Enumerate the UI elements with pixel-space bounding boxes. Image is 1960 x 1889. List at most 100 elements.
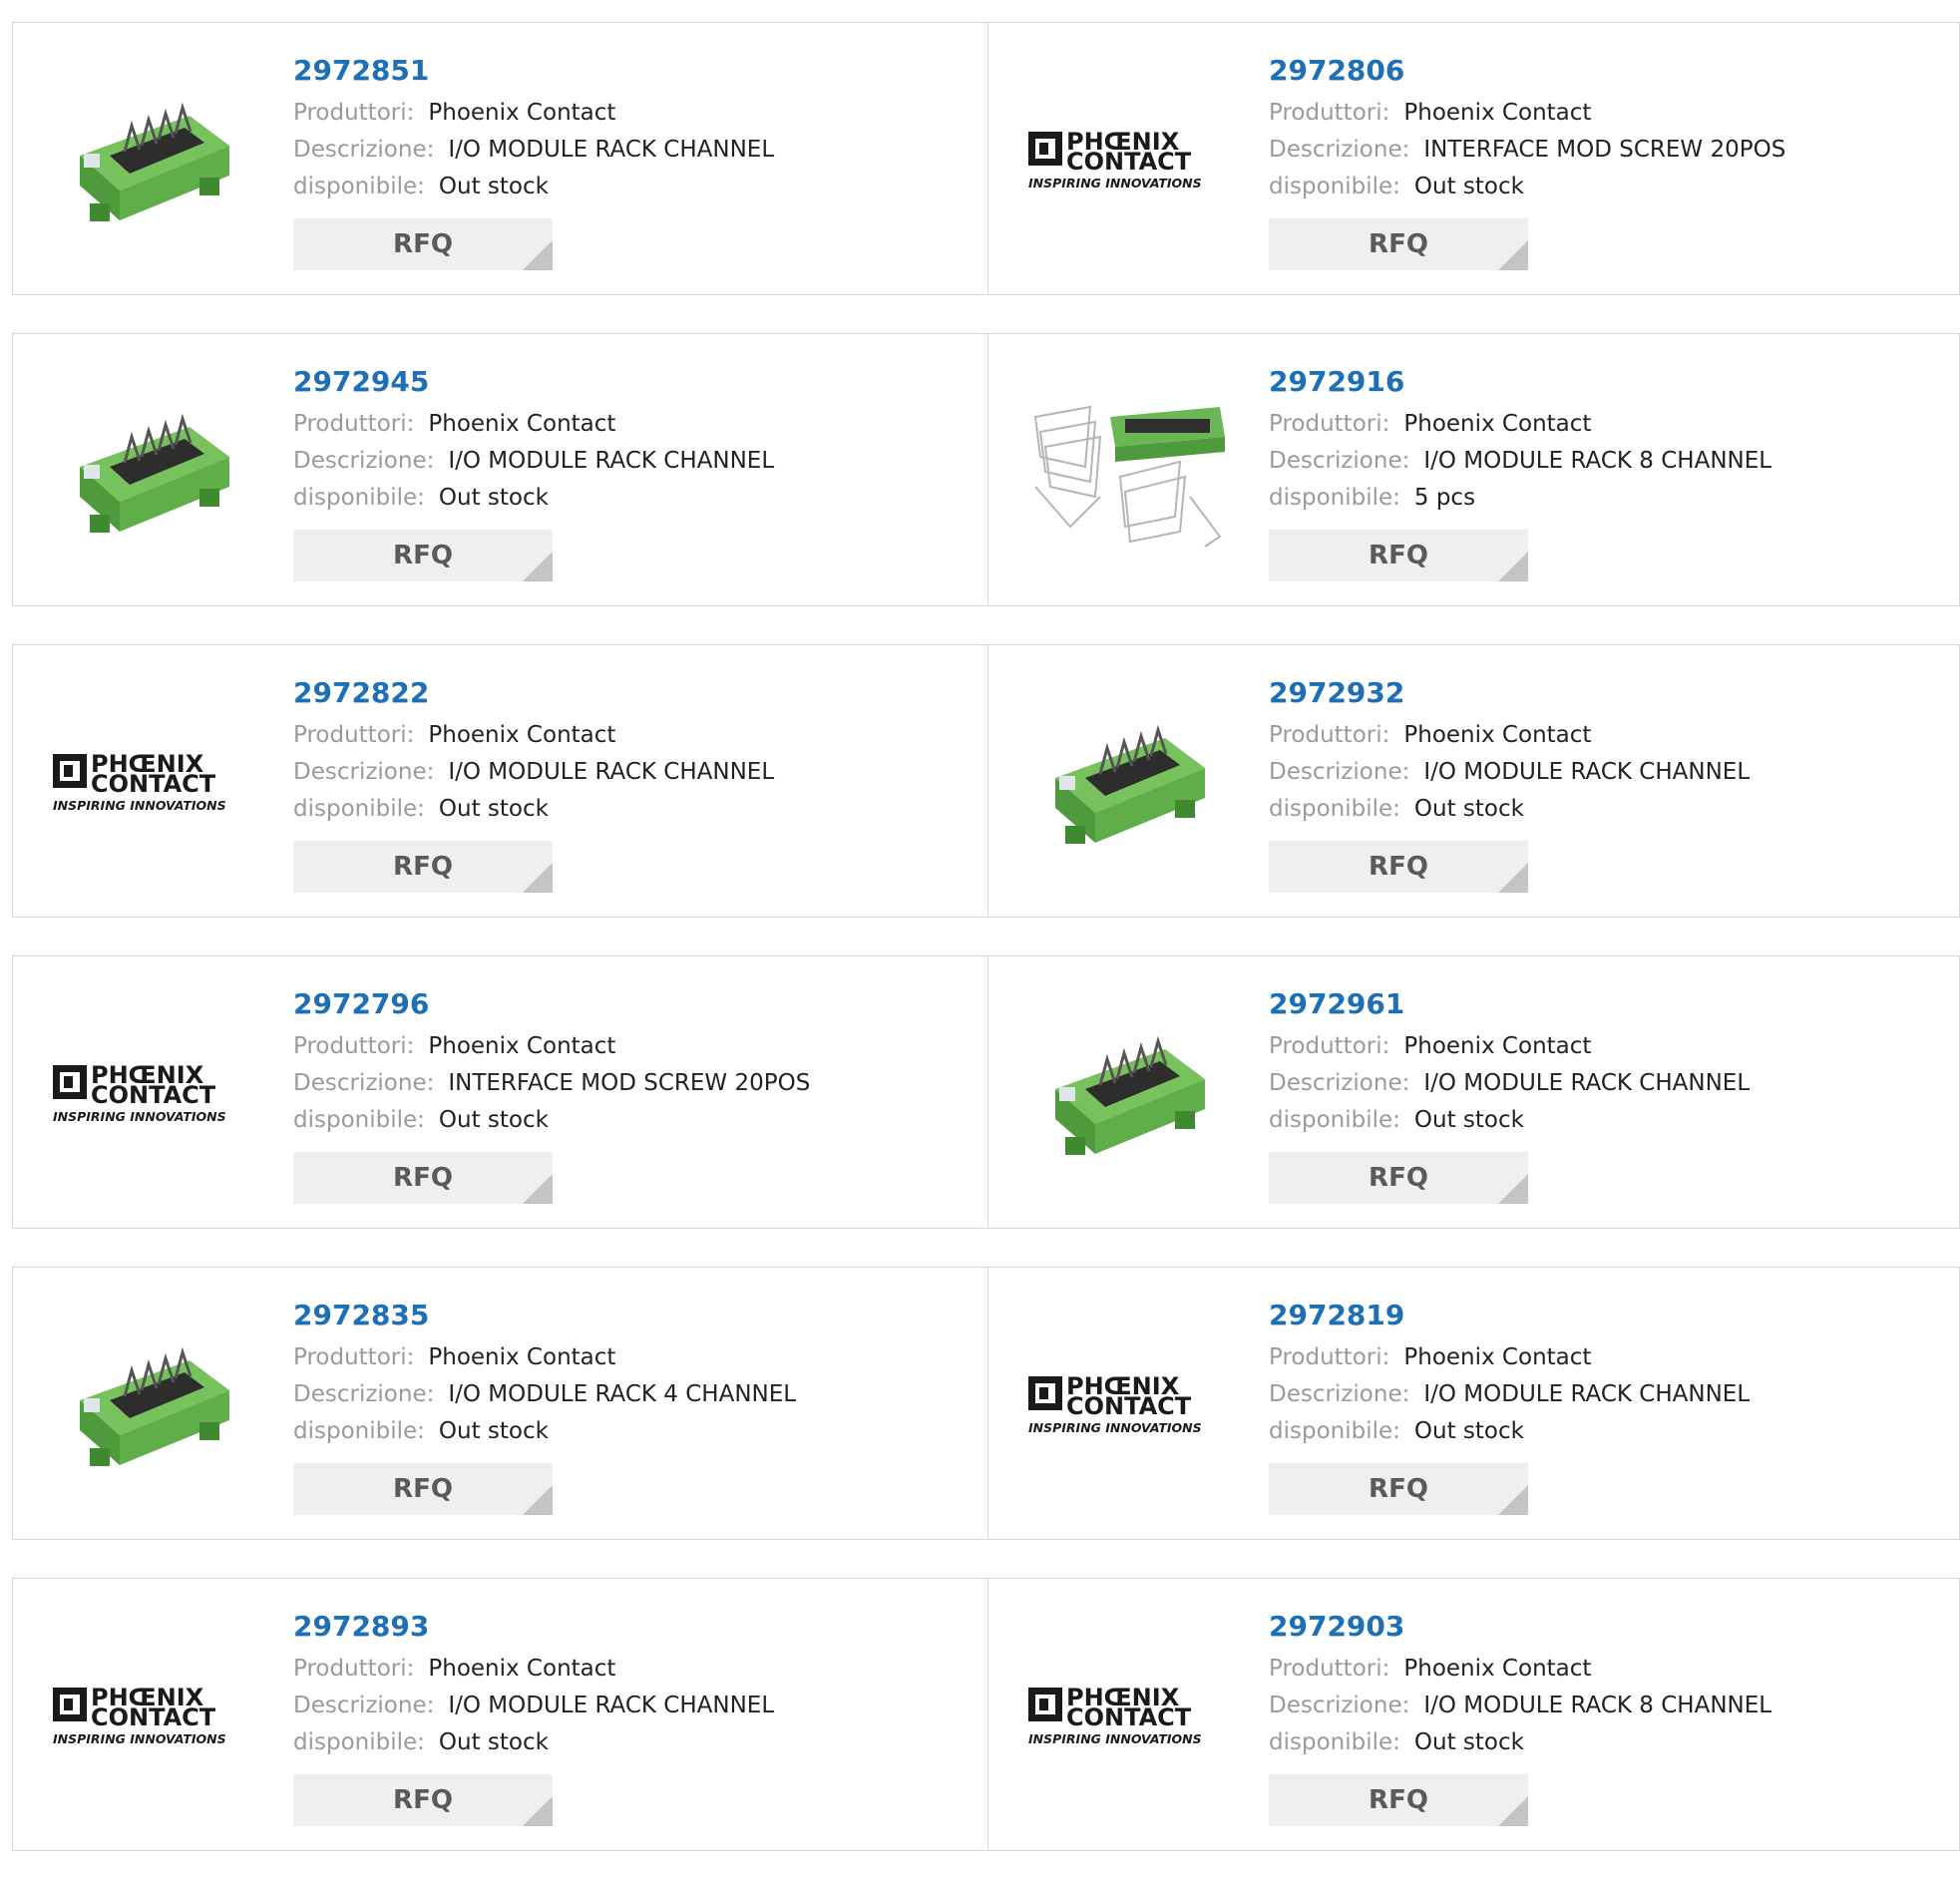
rfq-button[interactable]: RFQ	[1269, 841, 1528, 893]
part-number-link[interactable]: 2972822	[293, 675, 774, 711]
description-label: Descrizione:	[1269, 1381, 1410, 1407]
product-card: PHŒNIX CONTACT INSPIRING INNOVATIONS 297…	[988, 22, 1960, 295]
description-value: I/O MODULE RACK 8 CHANNEL	[1423, 448, 1772, 474]
rfq-button[interactable]: RFQ	[293, 1463, 553, 1515]
manufacturer-value: Phoenix Contact	[428, 1033, 616, 1059]
part-number-link[interactable]: 2972903	[1269, 1609, 1771, 1645]
rfq-button[interactable]: RFQ	[1269, 530, 1528, 581]
product-thumbnail[interactable]	[1024, 695, 1236, 875]
product-info: 2972835 Produttori: Phoenix Contact Descr…	[293, 1298, 796, 1515]
part-number-link[interactable]: 2972851	[293, 53, 774, 89]
product-thumbnail[interactable]	[49, 1318, 260, 1497]
part-number-link[interactable]: 2972932	[1269, 675, 1750, 711]
svg-text:CONTACT: CONTACT	[91, 1081, 216, 1109]
description-label: Descrizione:	[293, 1070, 435, 1096]
availability-row: disponibile: Out stock	[293, 791, 774, 828]
part-number-link[interactable]: 2972819	[1269, 1298, 1750, 1333]
product-row: 2972851 Produttori: Phoenix Contact Descr…	[12, 22, 1960, 295]
part-number-link[interactable]: 2972893	[293, 1609, 774, 1645]
product-card: 2972945 Produttori: Phoenix Contact Descr…	[12, 333, 988, 606]
manufacturer-label: Produttori:	[1269, 1033, 1390, 1059]
product-thumbnail[interactable]	[1024, 1006, 1236, 1186]
rfq-button[interactable]: RFQ	[1269, 1774, 1528, 1826]
rfq-button[interactable]: RFQ	[1269, 1463, 1528, 1515]
module-image	[70, 1330, 239, 1484]
part-number-link[interactable]: 2972835	[293, 1298, 796, 1333]
rfq-button[interactable]: RFQ	[293, 1774, 553, 1826]
svg-text:CONTACT: CONTACT	[1066, 1703, 1192, 1731]
manufacturer-row: Produttori: Phoenix Contact	[1269, 1028, 1750, 1065]
manufacturer-value: Phoenix Contact	[1403, 1033, 1592, 1059]
availability-row: disponibile: Out stock	[293, 480, 774, 517]
availability-row: disponibile: Out stock	[293, 1724, 774, 1761]
rfq-button[interactable]: RFQ	[293, 1152, 553, 1204]
description-label: Descrizione:	[293, 1693, 435, 1718]
part-number-link[interactable]: 2972945	[293, 364, 774, 400]
rfq-button-label: RFQ	[1369, 541, 1428, 570]
part-number-link[interactable]: 2972961	[1269, 986, 1750, 1022]
product-thumbnail[interactable]: PHŒNIX CONTACT INSPIRING INNOVATIONS	[1024, 1318, 1236, 1497]
rfq-button-label: RFQ	[1369, 852, 1428, 882]
product-card: 2972916 Produttori: Phoenix Contact Descr…	[988, 333, 1960, 606]
manufacturer-row: Produttori: Phoenix Contact	[293, 406, 774, 443]
product-thumbnail[interactable]	[49, 73, 260, 252]
description-value: I/O MODULE RACK CHANNEL	[1423, 759, 1751, 785]
manufacturer-value: Phoenix Contact	[1403, 100, 1592, 126]
availability-row: disponibile: Out stock	[1269, 169, 1785, 205]
product-card: PHŒNIX CONTACT INSPIRING INNOVATIONS 297…	[988, 1578, 1960, 1851]
part-number-link[interactable]: 2972796	[293, 986, 810, 1022]
description-row: Descrizione: I/O MODULE RACK 8 CHANNEL	[1269, 443, 1771, 480]
part-number-link[interactable]: 2972806	[1269, 53, 1785, 89]
availability-label: disponibile:	[293, 796, 425, 822]
availability-row: disponibile: Out stock	[1269, 1102, 1750, 1139]
rfq-button[interactable]: RFQ	[293, 218, 553, 270]
product-card: 2972835 Produttori: Phoenix Contact Descr…	[12, 1267, 988, 1540]
availability-row: disponibile: Out stock	[293, 1413, 796, 1450]
availability-label: disponibile:	[1269, 796, 1400, 822]
description-row: Descrizione: INTERFACE MOD SCREW 20POS	[293, 1065, 810, 1102]
manufacturer-value: Phoenix Contact	[428, 100, 616, 126]
corner-fold-icon	[1498, 1485, 1528, 1515]
manufacturer-label: Produttori:	[293, 1033, 415, 1059]
manufacturer-row: Produttori: Phoenix Contact	[293, 1651, 774, 1688]
rfq-button-label: RFQ	[393, 229, 453, 259]
description-label: Descrizione:	[1269, 759, 1410, 785]
manufacturer-row: Produttori: Phoenix Contact	[1269, 406, 1771, 443]
product-thumbnail[interactable]	[49, 384, 260, 564]
product-card: 2972932 Produttori: Phoenix Contact Descr…	[988, 644, 1960, 918]
rfq-button[interactable]: RFQ	[293, 530, 553, 581]
product-row: PHŒNIX CONTACT INSPIRING INNOVATIONS 297…	[12, 1578, 1960, 1851]
svg-text:CONTACT: CONTACT	[1066, 148, 1192, 176]
availability-label: disponibile:	[1269, 1107, 1400, 1133]
phoenix-contact-logo: PHŒNIX CONTACT INSPIRING INNOVATIONS	[1027, 126, 1233, 199]
manufacturer-value: Phoenix Contact	[1403, 411, 1592, 437]
availability-label: disponibile:	[293, 1418, 425, 1444]
product-thumbnail[interactable]: PHŒNIX CONTACT INSPIRING INNOVATIONS	[1024, 73, 1236, 252]
manufacturer-label: Produttori:	[293, 411, 415, 437]
product-thumbnail[interactable]: PHŒNIX CONTACT INSPIRING INNOVATIONS	[49, 1006, 260, 1186]
product-info: 2972893 Produttori: Phoenix Contact Descr…	[293, 1609, 774, 1826]
availability-row: disponibile: Out stock	[293, 1102, 810, 1139]
description-label: Descrizione:	[1269, 137, 1410, 163]
manufacturer-label: Produttori:	[293, 1344, 415, 1370]
rfq-button[interactable]: RFQ	[293, 841, 553, 893]
product-thumbnail[interactable]: PHŒNIX CONTACT INSPIRING INNOVATIONS	[49, 695, 260, 875]
part-number-link[interactable]: 2972916	[1269, 364, 1771, 400]
product-thumbnail[interactable]: PHŒNIX CONTACT INSPIRING INNOVATIONS	[49, 1629, 260, 1808]
rfq-button-label: RFQ	[393, 1163, 453, 1193]
corner-fold-icon	[523, 1485, 553, 1515]
manufacturer-value: Phoenix Contact	[428, 1344, 616, 1370]
availability-value: 5 pcs	[1413, 485, 1476, 511]
rfq-button[interactable]: RFQ	[1269, 218, 1528, 270]
product-row: 2972835 Produttori: Phoenix Contact Descr…	[12, 1267, 1960, 1540]
product-thumbnail[interactable]	[1024, 384, 1236, 564]
svg-text:INSPIRING INNOVATIONS: INSPIRING INNOVATIONS	[53, 1109, 226, 1124]
svg-text:INSPIRING INNOVATIONS: INSPIRING INNOVATIONS	[1028, 1420, 1202, 1435]
product-thumbnail[interactable]: PHŒNIX CONTACT INSPIRING INNOVATIONS	[1024, 1629, 1236, 1808]
product-info: 2972806 Produttori: Phoenix Contact Descr…	[1269, 53, 1785, 270]
product-row: 2972945 Produttori: Phoenix Contact Descr…	[12, 333, 1960, 606]
description-value: I/O MODULE RACK CHANNEL	[1423, 1381, 1751, 1407]
availability-value: Out stock	[438, 796, 549, 822]
availability-label: disponibile:	[293, 485, 425, 511]
rfq-button[interactable]: RFQ	[1269, 1152, 1528, 1204]
